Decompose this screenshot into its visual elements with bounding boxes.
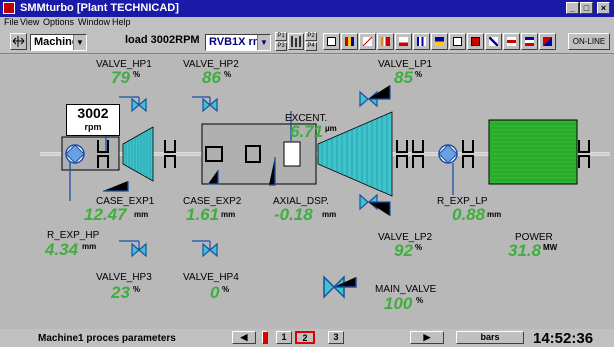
- rpm-unit: rpm: [84, 122, 102, 132]
- valve-icon: [192, 240, 218, 258]
- app-icon: [3, 2, 15, 14]
- bar-chart-icon[interactable]: [341, 33, 358, 50]
- machine-diagram: [0, 55, 614, 329]
- bars-button[interactable]: bars: [456, 331, 524, 344]
- r-exp-lp-value: 0.88: [452, 205, 486, 224]
- valve-hp2-value: 86: [202, 68, 221, 87]
- excent-value: 6.71: [290, 122, 324, 141]
- clock: 14:52:36: [533, 330, 594, 347]
- online-button[interactable]: ON-LINE: [568, 33, 610, 50]
- tools-icon[interactable]: [288, 33, 304, 50]
- valve-icon: [359, 85, 391, 108]
- page-3-button[interactable]: 3: [328, 331, 344, 344]
- power-value: 31.8: [508, 241, 542, 260]
- valve-hp2-unit: %: [224, 70, 232, 79]
- rpm-value: 3002: [77, 105, 109, 121]
- mode-select[interactable]: RVB1X rms ▼: [205, 34, 271, 51]
- tune-icon[interactable]: [431, 33, 448, 50]
- chevron-down-icon: ▼: [73, 35, 86, 50]
- window-title: SMMturbo [Plant TECHNICAD]: [20, 2, 179, 14]
- rpm-display: 3002 rpm: [66, 104, 120, 136]
- valve-lp2-unit: %: [415, 243, 423, 252]
- main-valve-unit: %: [416, 296, 424, 305]
- valve-lp1-value: 85: [394, 68, 413, 87]
- load-text: load 3002RPM: [125, 34, 200, 46]
- machine-schematic: [40, 85, 610, 299]
- machine-select[interactable]: Machine1 ▼: [30, 34, 87, 51]
- close-button[interactable]: ×: [597, 2, 610, 14]
- page-1-button[interactable]: 1: [276, 331, 292, 344]
- level-icon[interactable]: [395, 33, 412, 50]
- valve-icon: [119, 240, 147, 258]
- next-page-button[interactable]: ▶: [410, 331, 444, 344]
- page-p2-button[interactable]: P2: [305, 32, 317, 41]
- spectrum-icon[interactable]: [377, 33, 394, 50]
- maximize-button[interactable]: □: [580, 2, 593, 14]
- menu-options[interactable]: Options: [43, 17, 74, 27]
- valve-hp3-value: 23: [111, 283, 130, 302]
- r-exp-hp-unit: mm: [82, 242, 97, 251]
- valve-hp4-label: VALVE_HP4: [183, 272, 239, 283]
- case-exp2-value: 1.61: [186, 205, 220, 224]
- case-exp1-value: 12.47: [84, 205, 127, 224]
- valve-icon: [192, 96, 218, 113]
- menu-view[interactable]: View: [20, 17, 39, 27]
- valve-icon: [359, 193, 391, 216]
- valve-hp4-unit: %: [222, 285, 230, 294]
- main-valve-value: 100: [384, 294, 413, 313]
- case-exp2-unit: mm: [221, 210, 236, 219]
- menu-help[interactable]: Help: [112, 17, 131, 27]
- prev-page-button[interactable]: ◀: [232, 331, 256, 344]
- analyzer-icon[interactable]: [467, 33, 484, 50]
- filter-icon[interactable]: [521, 33, 538, 50]
- page-marker: [262, 331, 268, 344]
- case-exp1-unit: mm: [134, 210, 149, 219]
- valve-lp1-unit: %: [415, 70, 423, 79]
- key-icon[interactable]: [503, 33, 520, 50]
- histogram-icon[interactable]: [413, 33, 430, 50]
- valve-hp3-label: VALVE_HP3: [96, 272, 152, 283]
- status-text: Machine1 proces parameters: [38, 333, 176, 344]
- valve-hp1-value: 79: [111, 68, 130, 87]
- alarm-icon[interactable]: [539, 33, 556, 50]
- valve-icon: [323, 275, 357, 299]
- menu-bar: File View Options Window Help: [0, 17, 614, 29]
- chart-icon[interactable]: [323, 33, 340, 50]
- expand-icon[interactable]: [10, 33, 27, 50]
- trend-icon[interactable]: [359, 33, 376, 50]
- menu-file[interactable]: File: [4, 17, 19, 27]
- valve-icon: [119, 96, 147, 113]
- excent-unit: µm: [325, 124, 337, 133]
- document-icon[interactable]: [449, 33, 466, 50]
- page-p4-button[interactable]: P4: [305, 42, 317, 51]
- page-p3-button[interactable]: P3: [275, 42, 287, 51]
- page-p1-button[interactable]: P1: [275, 32, 287, 41]
- r-exp-lp-unit: mm: [487, 210, 502, 219]
- r-exp-hp-value: 4.34: [45, 240, 79, 259]
- scale-icon[interactable]: [485, 33, 502, 50]
- valve-lp2-value: 92: [394, 241, 413, 260]
- axial-dsp-value: -0.18: [274, 205, 313, 224]
- valve-hp3-unit: %: [133, 285, 141, 294]
- page-2-button[interactable]: 2: [295, 331, 315, 344]
- minimize-button[interactable]: _: [566, 2, 579, 14]
- menu-window[interactable]: Window: [78, 17, 110, 27]
- chevron-down-icon: ▼: [257, 35, 270, 50]
- valve-hp1-unit: %: [133, 70, 141, 79]
- title-bar: SMMturbo [Plant TECHNICAD] _ □ ×: [0, 0, 614, 17]
- valve-hp4-value: 0: [210, 283, 220, 302]
- power-unit: MW: [543, 243, 558, 252]
- axial-dsp-unit: mm: [322, 210, 337, 219]
